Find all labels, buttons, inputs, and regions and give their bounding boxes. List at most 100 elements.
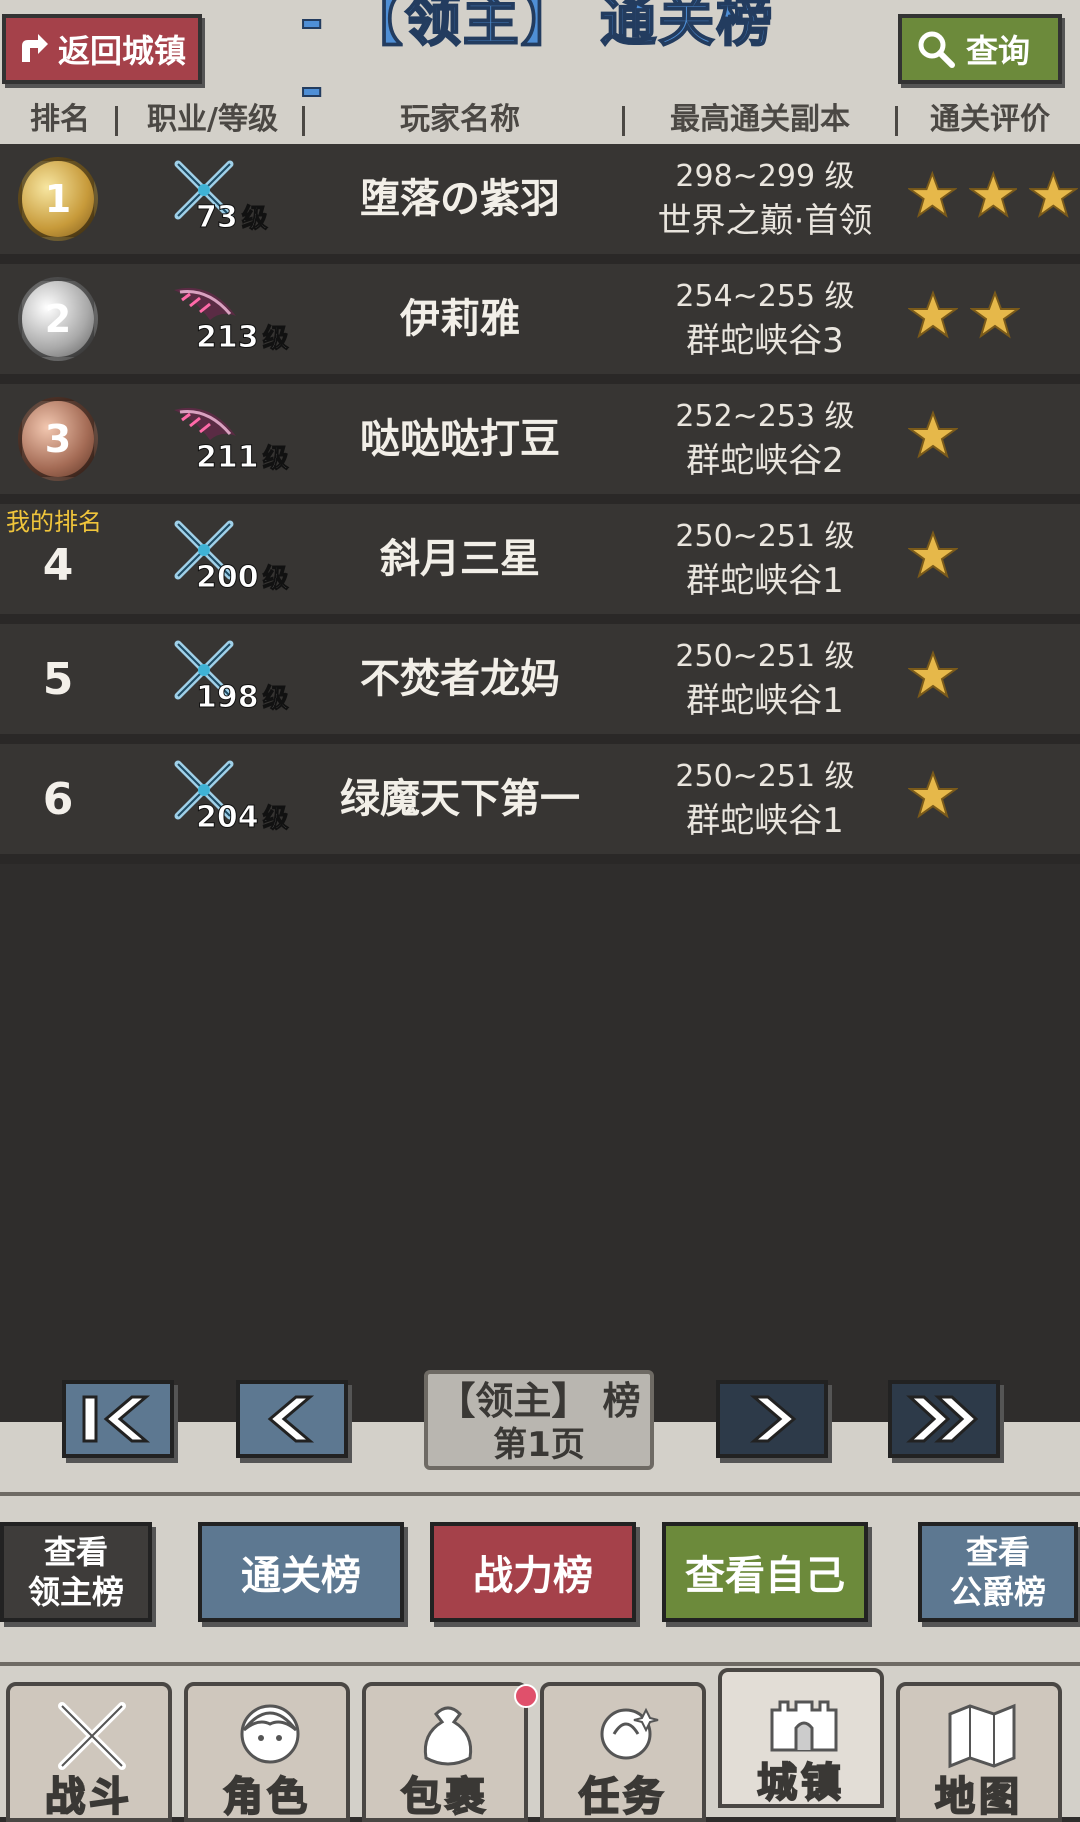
player-level: 198 [196,680,260,716]
level-unit: 级 [262,564,289,595]
prev-page-button[interactable] [236,1380,348,1458]
board-label: 【领主】 榜 [437,1379,641,1423]
nav-label: 包裹 [400,1773,489,1821]
col-divider [302,106,305,136]
button-label: 领主榜 [27,1573,124,1611]
col-rank: 排名 [30,102,90,137]
star-icon [1029,170,1079,218]
power-board-button[interactable]: 战力榜 [430,1522,636,1622]
dungeon-name: 群蛇峡谷3 [686,321,844,361]
ranking-row[interactable]: 2 213 级 伊莉雅 254~255 级 群蛇峡谷3 [0,264,1080,384]
query-button[interactable]: 查询 [898,14,1062,84]
clear-rating [908,650,1078,706]
chevron-left-icon [267,1395,315,1443]
first-page-icon [82,1395,151,1443]
col-divider [115,106,118,136]
nav-label: 角色 [222,1773,311,1821]
nav-tab-quest[interactable]: 任务 [540,1682,706,1822]
rank-number: 5 [42,653,74,705]
col-player-name: 玩家名称 [400,102,520,137]
clear-rating [908,410,1078,466]
level-range: 250~251 级 [675,759,855,794]
ranking-row[interactable]: 6 204 级 绿魔天下第一 250~251 级 群蛇峡谷1 [0,744,1080,864]
button-label: 公爵榜 [949,1573,1046,1611]
next-page-button[interactable] [716,1380,828,1458]
bronze-medal-icon: 3 [18,397,98,481]
star-icon [908,650,958,699]
clear-rating [908,170,1079,226]
page-number: 第1页 [493,1425,585,1465]
level-unit: 级 [262,444,289,475]
view-duke-board-button[interactable]: 查看 公爵榜 [918,1522,1078,1622]
ranking-row[interactable]: 5 198 级 不焚者龙妈 250~251 级 群蛇峡谷1 [0,624,1080,744]
level-range: 250~251 级 [675,639,855,674]
rank-number: 4 [42,539,74,591]
clear-rating [908,530,1078,586]
player-level: 73 [196,200,239,236]
player-level: 200 [196,560,260,596]
level-unit: 级 [262,324,289,355]
nav-tab-map[interactable]: 地图 [896,1682,1062,1822]
first-page-button[interactable] [62,1380,174,1458]
clear-board-button[interactable]: 通关榜 [198,1522,404,1622]
player-level: 213 [196,320,260,356]
dungeon-name: 群蛇峡谷1 [686,681,844,721]
dungeon-name: 群蛇峡谷2 [686,441,844,481]
view-lord-board-button[interactable]: 查看 领主榜 [0,1522,152,1622]
nav-label: 城镇 [756,1759,845,1807]
button-label: 查看 [965,1533,1030,1571]
gold-medal-icon: 1 [18,157,98,241]
search-icon [918,31,955,68]
back-to-town-button[interactable]: 返回城镇 [2,14,202,84]
page-indicator: 【领主】 榜 第1页 [424,1370,654,1470]
player-name: 斜月三星 [380,536,540,582]
star-icon [970,290,1020,339]
star-icon [908,410,958,459]
player-name: 堕落の紫羽 [360,176,560,222]
nav-tab-role[interactable]: 角色 [184,1682,350,1822]
player-level: 204 [196,800,260,836]
silver-medal-icon: 2 [18,277,98,361]
view-self-button[interactable]: 查看自己 [662,1522,868,1622]
last-page-button[interactable] [888,1380,1000,1458]
dungeon-name: 世界之巅·首领 [657,201,873,241]
nav-label: 任务 [578,1773,667,1821]
ranking-row[interactable]: 3 211 级 哒哒哒打豆 252~253 级 群蛇峡谷2 [0,384,1080,504]
page-title: - 【领主】 通关榜 - [299,0,775,123]
dungeon-name: 群蛇峡谷1 [686,561,844,601]
level-unit: 级 [262,804,289,835]
star-icon [908,290,958,339]
dungeon-name: 群蛇峡谷1 [686,801,844,841]
button-label: 查看 [43,1533,108,1571]
star-icon [908,530,958,579]
col-rating: 通关评价 [930,102,1050,137]
player-name: 伊莉雅 [400,296,520,342]
ranking-row[interactable]: 1 73 级 堕落の紫羽 298~299 级 世界之巅·首领 [0,144,1080,264]
ranking-row-mine[interactable]: 我的排名 4 200 级 斜月三星 250~251 级 群蛇峡谷1 [0,504,1080,624]
column-header: 排名 职业/等级 玩家名称 最高通关副本 通关评价 [0,98,1080,147]
star-icon [908,770,958,819]
nav-tab-town[interactable]: 城镇 [718,1668,884,1808]
nav-tab-battle[interactable]: 战斗 [6,1682,172,1822]
clear-rating [908,770,1078,826]
level-range: 252~253 级 [675,399,855,434]
level-range: 250~251 级 [675,519,855,554]
player-name: 不焚者龙妈 [360,656,560,702]
query-button-label: 查询 [966,32,1031,70]
col-job-level: 职业/等级 [147,102,278,137]
player-level: 211 [196,440,260,476]
return-arrow-icon [22,34,48,62]
rank-number: 6 [42,773,74,825]
col-divider [622,106,625,136]
nav-tab-bag[interactable]: 包裹 [362,1682,528,1822]
chevron-right-icon [749,1395,797,1443]
level-range: 254~255 级 [675,279,855,314]
level-unit: 级 [241,204,268,235]
player-name: 哒哒哒打豆 [360,416,560,462]
level-range: 298~299 级 [675,159,855,194]
notification-dot [514,1684,538,1708]
player-name: 绿魔天下第一 [340,776,580,822]
back-button-label: 返回城镇 [58,32,187,70]
level-unit: 级 [262,684,289,715]
nav-label: 战斗 [44,1773,133,1821]
